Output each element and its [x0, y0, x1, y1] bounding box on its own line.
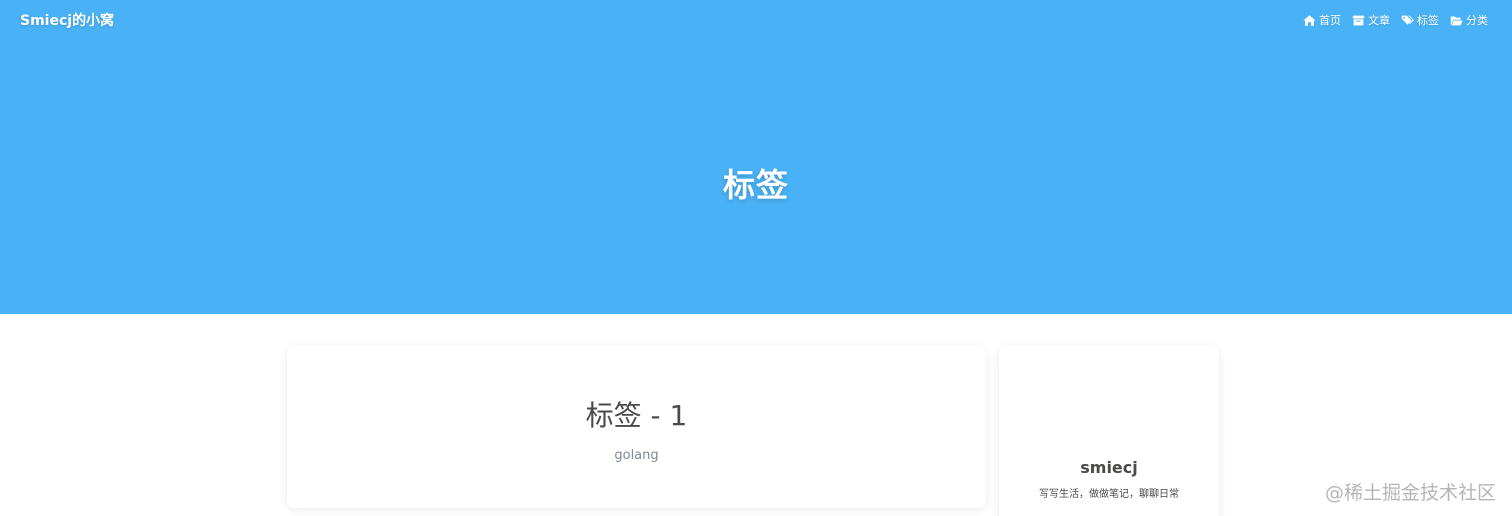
- navbar: Smiecj的小窝 首页 文章 标签 分类: [0, 0, 1512, 40]
- nav-item-categories[interactable]: 分类: [1450, 12, 1488, 28]
- nav-item-label: 标签: [1417, 14, 1439, 27]
- nav-item-label: 文章: [1368, 14, 1390, 27]
- author-card: smiecj 写写生活，做做笔记，聊聊日常: [999, 346, 1219, 516]
- nav-item-archives[interactable]: 文章: [1352, 12, 1390, 28]
- site-brand[interactable]: Smiecj的小窝: [20, 10, 114, 30]
- page-title: 标签: [722, 166, 789, 204]
- hero-banner: Smiecj的小窝 首页 文章 标签 分类 标签: [0, 0, 1512, 314]
- nav-item-home[interactable]: 首页: [1303, 12, 1341, 28]
- tag-list-card: 标签 - 1 golang: [287, 346, 986, 508]
- nav-item-label: 分类: [1466, 14, 1488, 27]
- author-name: smiecj: [1080, 458, 1138, 477]
- tags-icon: [1401, 15, 1414, 25]
- author-description: 写写生活，做做笔记，聊聊日常: [1039, 489, 1179, 500]
- nav-item-label: 首页: [1319, 14, 1341, 27]
- nav-item-tags[interactable]: 标签: [1401, 12, 1439, 28]
- tag-link-golang[interactable]: golang: [287, 448, 986, 463]
- tag-count-heading: 标签 - 1: [585, 399, 688, 432]
- home-icon: [1303, 14, 1316, 26]
- folder-open-icon: [1450, 15, 1463, 25]
- archive-icon: [1352, 15, 1365, 25]
- watermark: @稀土掘金技术社区: [1324, 482, 1496, 504]
- page: Smiecj的小窝 首页 文章 标签 分类 标签 标签 - 1 golang s…: [0, 0, 1512, 516]
- nav-menu: 首页 文章 标签 分类: [1303, 12, 1488, 28]
